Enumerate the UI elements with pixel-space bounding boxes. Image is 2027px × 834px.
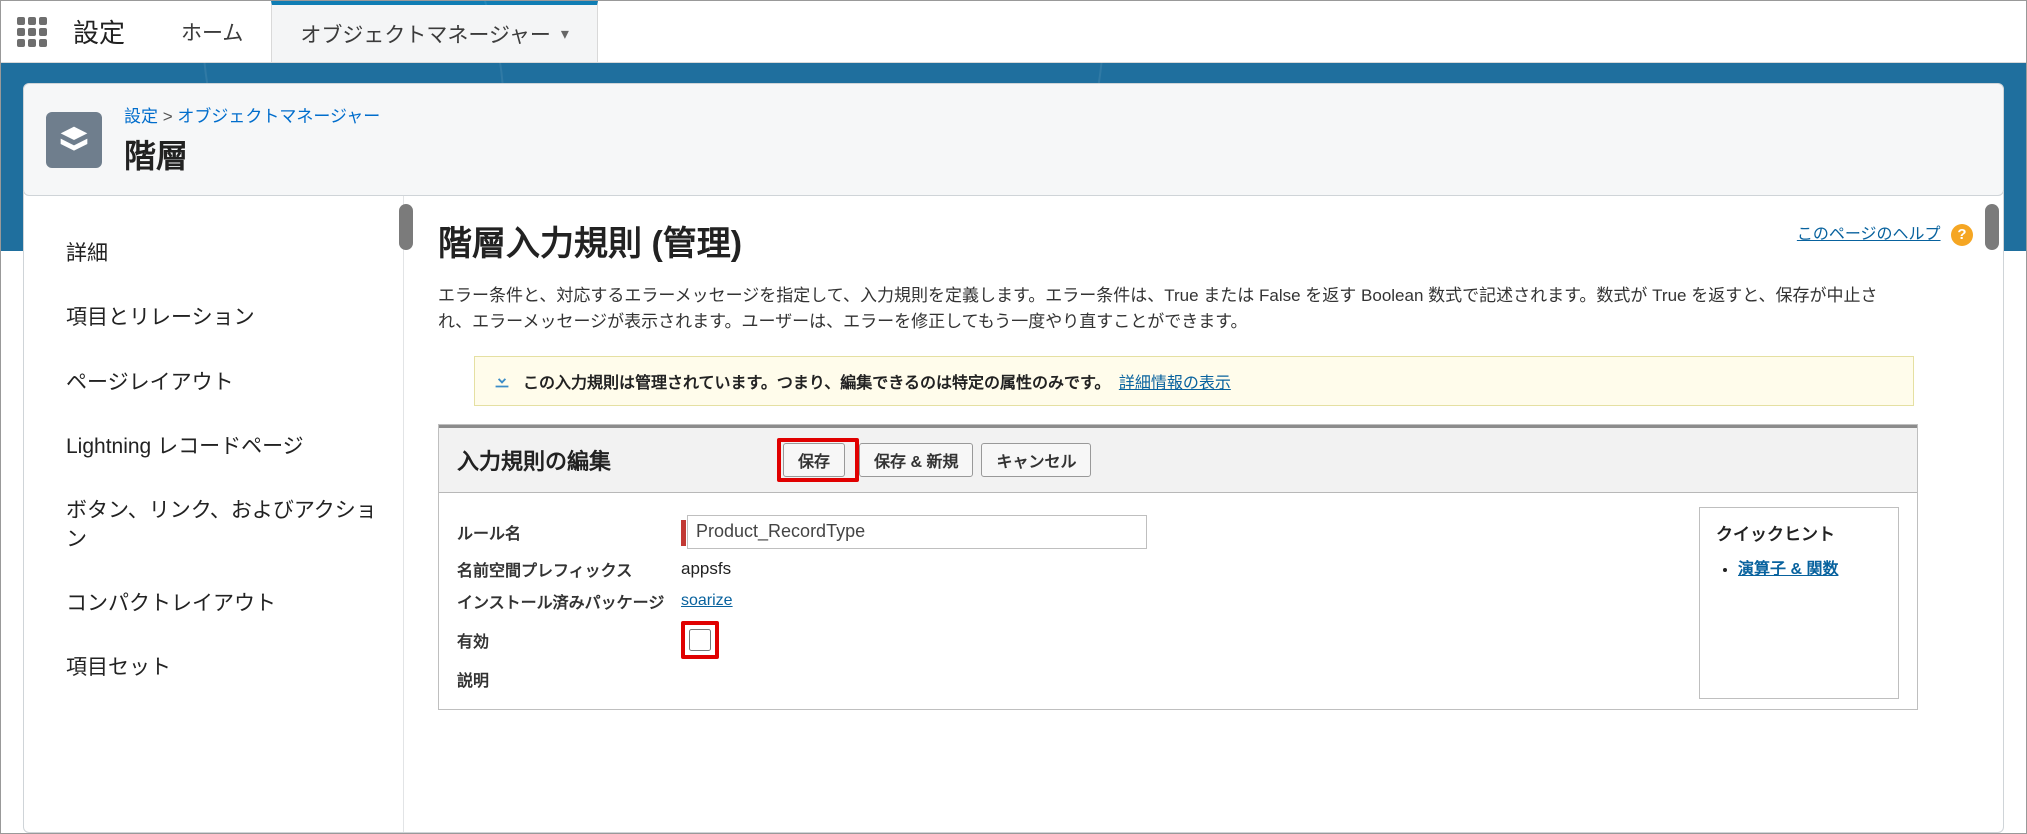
save-highlight: 保存 <box>777 438 859 482</box>
sidebar-item-details[interactable]: 詳細 <box>66 222 403 286</box>
sidebar-item-buttons-links[interactable]: ボタン、リンク、およびアクション <box>66 479 403 572</box>
quick-tips-box: クイックヒント 演算子 & 関数 <box>1699 507 1899 699</box>
panel-body: ルール名 名前空間プレフィックス appsfs インストール済みパッケージ so… <box>439 493 1917 709</box>
sidebar-item-field-sets[interactable]: 項目セット <box>66 636 403 700</box>
managed-banner: この入力規則は管理されています。つまり、編集できるのは特定の属性のみです。 詳細… <box>474 356 1914 406</box>
intro-text: エラー条件と、対応するエラーメッセージを指定して、入力規則を定義します。エラー条… <box>438 283 1908 336</box>
description-label: 説明 <box>457 667 681 691</box>
installed-package-link[interactable]: soarize <box>681 592 733 610</box>
active-checkbox[interactable] <box>689 629 711 651</box>
cancel-button[interactable]: キャンセル <box>981 443 1091 477</box>
active-highlight <box>681 621 719 659</box>
breadcrumb-root-link[interactable]: 設定 <box>124 107 158 126</box>
namespace-prefix-value: appsfs <box>681 559 731 579</box>
banner-more-link[interactable]: 詳細情報の表示 <box>1119 375 1231 392</box>
download-icon <box>491 370 513 392</box>
save-button[interactable]: 保存 <box>783 443 845 477</box>
panel-title: 入力規則の編集 <box>457 444 777 476</box>
sidebar-item-lightning-pages[interactable]: Lightning レコードページ <box>66 415 403 479</box>
object-sidebar: 詳細 項目とリレーション ページレイアウト Lightning レコードページ … <box>24 192 404 832</box>
banner-text: この入力規則は管理されています。つまり、編集できるのは特定の属性のみです。 <box>523 375 1110 392</box>
breadcrumb: 設定 > オブジェクトマネージャー <box>124 102 380 127</box>
required-indicator <box>681 520 686 546</box>
main-heading: 階層入力規則 (管理) <box>438 216 1987 265</box>
rule-name-input[interactable] <box>687 515 1147 549</box>
quick-tips-title: クイックヒント <box>1716 520 1882 545</box>
help-icon[interactable]: ? <box>1951 224 1973 246</box>
content-area: 詳細 項目とリレーション ページレイアウト Lightning レコードページ … <box>23 191 2004 833</box>
breadcrumb-sep: > <box>163 107 178 126</box>
sidebar-item-compact-layouts[interactable]: コンパクトレイアウト <box>66 572 403 636</box>
breadcrumb-object-manager-link[interactable]: オブジェクトマネージャー <box>177 107 380 126</box>
object-icon <box>46 112 102 168</box>
active-label: 有効 <box>457 628 681 652</box>
page-header: 設定 > オブジェクトマネージャー 階層 <box>23 83 2004 196</box>
sidebar-item-fields[interactable]: 項目とリレーション <box>66 286 403 350</box>
edit-panel: 入力規則の編集 保存 保存 & 新規 キャンセル ルール名 <box>438 424 1918 710</box>
operators-functions-link[interactable]: 演算子 & 関数 <box>1738 561 1838 578</box>
page-title: 階層 <box>124 131 380 177</box>
panel-header: 入力規則の編集 保存 保存 & 新規 キャンセル <box>439 425 1917 493</box>
sidebar-item-page-layouts[interactable]: ページレイアウト <box>66 351 403 415</box>
page-help: このページのヘルプ ? <box>1797 220 1973 246</box>
main-panel: 階層入力規則 (管理) このページのヘルプ ? エラー条件と、対応するエラーメッ… <box>404 192 2003 832</box>
namespace-prefix-label: 名前空間プレフィックス <box>457 557 681 581</box>
save-and-new-button[interactable]: 保存 & 新規 <box>859 443 973 477</box>
rule-name-label: ルール名 <box>457 520 681 544</box>
form-column: ルール名 名前空間プレフィックス appsfs インストール済みパッケージ so… <box>457 507 1669 699</box>
page-help-link[interactable]: このページのヘルプ <box>1797 226 1941 243</box>
installed-package-label: インストール済みパッケージ <box>457 589 681 613</box>
